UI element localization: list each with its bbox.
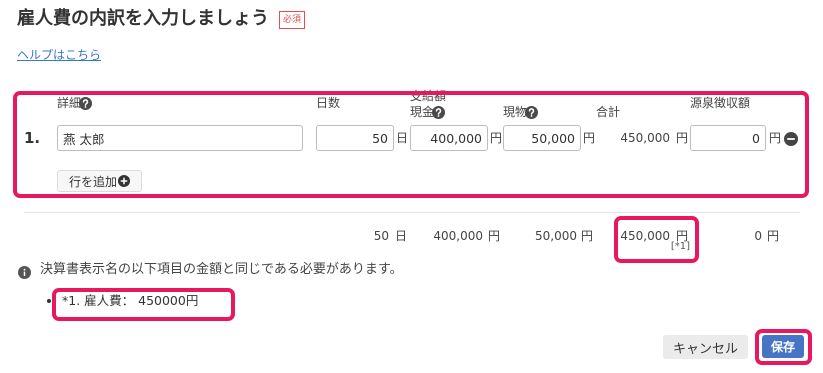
- row-total-value: 450,000: [620, 131, 670, 145]
- header-withholding: 源泉徴収額: [690, 96, 751, 110]
- total-in-kind-value: 50,000: [535, 229, 577, 243]
- in-kind-unit: 円: [583, 131, 596, 145]
- cancel-button[interactable]: キャンセル: [663, 335, 748, 359]
- required-badge: 必須: [279, 11, 306, 29]
- total-withholding-value: 0: [754, 229, 762, 243]
- question-circle-icon[interactable]: [525, 106, 538, 119]
- question-circle-icon[interactable]: [79, 97, 92, 110]
- cash-unit: 円: [490, 131, 503, 145]
- add-row-label: 行を追加: [68, 174, 117, 189]
- plus-circle-icon: [118, 175, 130, 187]
- name-input[interactable]: [57, 125, 303, 151]
- row-total-unit: 円: [676, 131, 689, 145]
- question-circle-icon[interactable]: [432, 106, 445, 119]
- header-in-kind: 現物: [503, 105, 528, 119]
- save-button[interactable]: 保存: [762, 335, 804, 358]
- grand-total-reference: [*1]: [670, 241, 690, 252]
- header-payment: 支給額: [410, 89, 447, 103]
- total-cash-unit: 円: [488, 229, 501, 243]
- header-cash: 現金: [410, 105, 435, 119]
- total-days-value: 50: [373, 229, 389, 243]
- total-in-kind-unit: 円: [581, 229, 594, 243]
- total-days-unit: 日: [395, 229, 408, 243]
- in-kind-input[interactable]: [503, 125, 581, 151]
- withholding-input[interactable]: [690, 125, 766, 151]
- row-number: 1.: [24, 129, 41, 147]
- divider: [24, 212, 800, 213]
- notice-text: 決算書表示名の以下項目の金額と同じである必要があります。: [40, 262, 403, 277]
- cash-input[interactable]: [410, 125, 488, 151]
- help-link[interactable]: ヘルプはこちら: [17, 47, 101, 63]
- info-circle-icon: [18, 264, 31, 283]
- minus-circle-icon[interactable]: [784, 131, 798, 150]
- header-days: 日数: [316, 96, 341, 110]
- page-title: 雇人費の内訳を入力しましょう: [17, 8, 269, 29]
- days-unit: 日: [396, 131, 409, 145]
- total-cash-value: 400,000: [433, 229, 483, 243]
- withholding-unit: 円: [769, 131, 782, 145]
- notice-list: *1. 雇人費： 450000円: [46, 292, 198, 310]
- days-input[interactable]: [316, 125, 394, 151]
- header-detail: 詳細: [57, 96, 82, 110]
- total-withholding-unit: 円: [767, 229, 780, 243]
- header-total: 合計: [596, 105, 621, 119]
- notice-item: *1. 雇人費： 450000円: [62, 292, 198, 310]
- add-row-button[interactable]: 行を追加: [57, 170, 142, 192]
